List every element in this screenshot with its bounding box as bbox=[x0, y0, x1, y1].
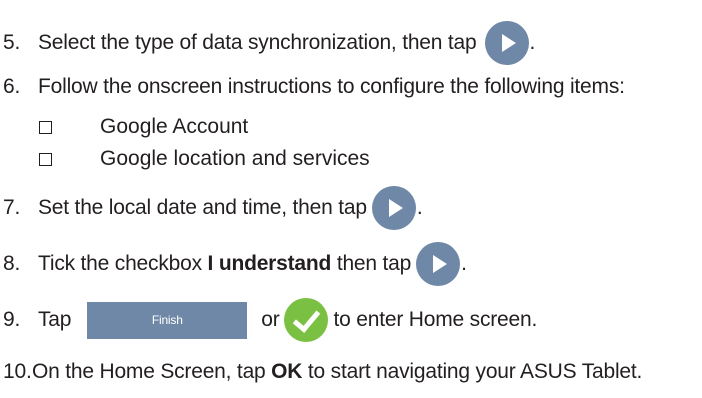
finish-button[interactable]: Finish bbox=[87, 301, 248, 339]
step-text: Set the local date and time, then tap bbox=[38, 196, 367, 219]
step-number: 5. bbox=[3, 31, 21, 54]
step-text-end: . bbox=[529, 31, 536, 54]
next-arrow-icon[interactable] bbox=[416, 242, 461, 286]
sub-item-google-account: Google Account bbox=[39, 113, 248, 141]
step-5: 5. Select the type of data synchronizati… bbox=[3, 21, 536, 65]
checkbox-icon bbox=[39, 152, 52, 166]
step-text-bold: OK bbox=[271, 360, 303, 383]
step-text-end: . bbox=[416, 196, 423, 219]
step-number: 10. bbox=[3, 360, 32, 383]
next-arrow-icon[interactable] bbox=[371, 186, 416, 230]
step-9: 9. Tap Finish or to enter Home screen. bbox=[3, 298, 538, 342]
step-text-end: to enter Home screen. bbox=[333, 308, 538, 331]
step-7: 7. Set the local date and time, then tap… bbox=[3, 186, 423, 230]
step-text-mid: or bbox=[261, 308, 280, 331]
sub-item-label: Google location and services bbox=[100, 147, 370, 170]
step-8: 8. Tick the checkbox I understand then t… bbox=[3, 242, 467, 286]
step-number: 9. bbox=[3, 308, 21, 331]
step-number: 6. bbox=[3, 75, 21, 98]
step-number: 7. bbox=[3, 196, 21, 219]
step-10: 10. On the Home Screen, tap OK to start … bbox=[3, 357, 642, 387]
step-text-end: to start navigating your ASUS Tablet. bbox=[307, 360, 643, 383]
step-text-end: . bbox=[461, 252, 467, 275]
step-6: 6. Follow the onscreen instructions to c… bbox=[3, 72, 625, 102]
step-text: Tick the checkbox bbox=[38, 252, 202, 275]
step-number: 8. bbox=[3, 252, 21, 275]
step-text: Select the type of data synchronization,… bbox=[38, 31, 477, 54]
step-text: Follow the onscreen instructions to conf… bbox=[38, 75, 625, 98]
checkmark-icon[interactable] bbox=[283, 298, 328, 342]
next-arrow-icon[interactable] bbox=[484, 21, 529, 65]
sub-item-google-location: Google location and services bbox=[39, 145, 370, 173]
step-text-mid: then tap bbox=[336, 252, 412, 275]
step-text: Tap bbox=[38, 308, 72, 331]
step-text-bold: I understand bbox=[207, 252, 332, 275]
checkbox-icon bbox=[39, 120, 52, 134]
sub-item-label: Google Account bbox=[100, 115, 249, 138]
step-text: On the Home Screen, tap bbox=[32, 360, 266, 383]
